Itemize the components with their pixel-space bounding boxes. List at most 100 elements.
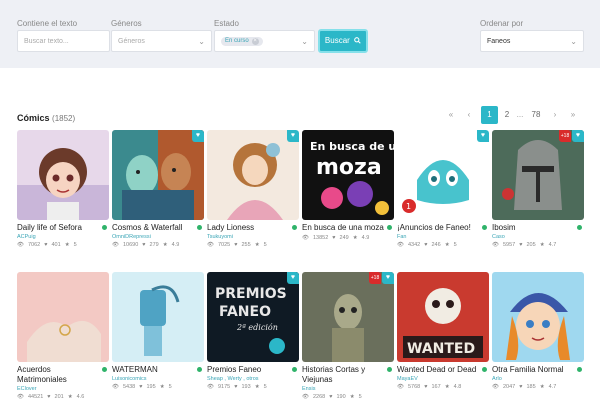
heart-icon: ♥ [47,394,51,400]
eye-icon: 👁 [17,242,24,248]
comic-title[interactable]: Daily life of Sefora [17,223,109,233]
heart-badge-icon: ♥ [287,272,299,284]
chevron-down-icon: ⌄ [301,37,308,46]
comic-author[interactable]: OmniDRepressi [112,234,204,240]
comic-stats: 👁 10690 ♥ 279 ★ 4.9 [112,242,204,248]
heart-badge-icon: ♥ [477,130,489,142]
page-last-button[interactable]: 78 [527,106,545,124]
order-value: Faneos [487,38,511,45]
comic-author[interactable]: MayaEV [397,376,489,382]
comic-card[interactable]: +18 ♥ Ibosim Caso 👁 5957 ♥ 205 ★ 4.7 [492,130,584,248]
comic-cover[interactable] [112,272,204,362]
views-count: 44521 [27,394,44,400]
views-count: 2268 [312,394,326,400]
star-icon: ★ [539,242,545,248]
comic-card[interactable]: +18 ♥ Historias Cortas y Viejunas Ensis … [302,272,394,400]
heart-badge-icon: ♥ [382,272,394,284]
comic-stats: 👁 13852 ♥ 249 ★ 4.9 [302,235,394,241]
adult-badge: +18 [369,272,381,284]
prev-page-button[interactable]: ‹ [463,106,475,124]
state-filter-label: Estado [214,19,239,28]
online-dot [197,225,202,230]
comic-cover[interactable] [17,130,109,220]
comic-card[interactable]: Otra Familia Normal Arlo 👁 2047 ♥ 185 ★ 4.7 [492,272,584,390]
comic-card[interactable]: ♥ Lady Lioness Tsukuyomi 👁 7025 ♥ 255 ★ 5 [207,130,299,248]
comic-author[interactable]: Caso [492,234,584,240]
comic-stats: 👁 2047 ♥ 185 ★ 4.7 [492,384,584,390]
online-dot [102,225,107,230]
state-chip-label: En curso [225,38,249,44]
page-2-button[interactable]: 2 [501,106,513,124]
comic-card[interactable]: 1 ♥ ¡Anuncios de Faneo! Fan 👁 4342 ♥ 246 ★ 5 [397,130,489,248]
heart-icon: ♥ [519,384,523,390]
last-page-button[interactable]: » [567,106,579,124]
heart-badge-icon: ♥ [287,130,299,142]
comic-cover[interactable]: ♥ [112,130,204,220]
heart-icon: ♥ [424,384,428,390]
comic-author[interactable]: EClover [17,386,109,392]
comic-author[interactable]: Arlo [492,376,584,382]
likes-count: 401 [51,242,61,248]
comic-card[interactable]: En busca de una moza En busca de una moza… [302,130,394,241]
svg-text:WANTED: WANTED [407,341,475,357]
comic-card[interactable]: Acuerdos Matrimoniales EClover 👁 44521 ♥ 20… [17,272,109,400]
rating-value: 5 [263,384,267,390]
first-page-button[interactable]: « [445,106,457,124]
comic-title[interactable]: Wanted Dead or Dead [397,365,489,375]
comic-cover[interactable]: En busca de una moza [302,130,394,220]
online-dot [197,367,202,372]
comic-title[interactable]: Premios Faneo [207,365,299,375]
text-search-input[interactable]: Buscar texto... [17,30,110,52]
eye-icon: 👁 [397,242,404,248]
comic-cover[interactable]: WANTED [397,272,489,362]
comic-cover[interactable]: PREMIOS FANEO 2ª edición ♥ [207,272,299,362]
comic-title[interactable]: Historias Cortas y Viejunas [302,365,394,385]
comic-card[interactable]: PREMIOS FANEO 2ª edición ♥ Premios Faneo S… [207,272,299,390]
likes-count: 185 [526,384,536,390]
order-select[interactable]: Faneos ⌄ [480,30,584,52]
state-chip[interactable]: En curso × [221,37,263,46]
comic-card[interactable]: WANTED Wanted Dead or Dead MayaEV 👁 5768 ♥… [397,272,489,390]
heart-icon: ♥ [44,242,48,248]
comic-title[interactable]: Otra Familia Normal [492,365,584,375]
comic-author[interactable]: Luisonicomics [112,376,204,382]
comic-card[interactable]: WATERMAN Luisonicomics 👁 5438 ♥ 195 ★ 5 [112,272,204,390]
comic-title[interactable]: Cosmos & Waterfall [112,223,204,233]
next-page-button[interactable]: › [549,106,561,124]
comic-stats: 👁 2268 ♥ 190 ★ 5 [302,394,394,400]
rating-value: 5 [358,394,362,400]
search-button[interactable]: Buscar [318,29,368,53]
comic-title[interactable]: Ibosim [492,223,584,233]
comic-stats: 👁 5957 ♥ 205 ★ 4.7 [492,242,584,248]
likes-count: 201 [54,394,64,400]
comic-author[interactable]: ACPuig [17,234,109,240]
rating-value: 5 [73,242,77,248]
comic-author[interactable]: Ensis [302,386,394,392]
comic-title[interactable]: Lady Lioness [207,223,299,233]
state-select[interactable]: En curso × ⌄ [214,30,315,52]
views-count: 10690 [122,242,139,248]
genres-select[interactable]: Géneros ⌄ [111,30,212,52]
page-1-button[interactable]: 1 [481,106,498,124]
comic-author[interactable]: Sheap , Werty , otros [207,376,299,382]
comic-cover[interactable]: ♥ [207,130,299,220]
comic-title[interactable]: ¡Anuncios de Faneo! [397,223,489,233]
comic-title[interactable]: Acuerdos Matrimoniales [17,365,109,385]
comic-stats: 👁 5768 ♥ 167 ★ 4.8 [397,384,489,390]
comic-title[interactable]: En busca de una moza [302,223,394,233]
comic-cover[interactable]: 1 ♥ [397,130,489,220]
comic-cover[interactable] [492,272,584,362]
comic-cover[interactable] [17,272,109,362]
views-count: 5957 [502,242,516,248]
comic-cover[interactable]: +18 ♥ [302,272,394,362]
comic-cover[interactable]: +18 ♥ [492,130,584,220]
online-dot [482,367,487,372]
comic-title[interactable]: WATERMAN [112,365,204,375]
comic-card[interactable]: ♥ Cosmos & Waterfall OmniDRepressi 👁 1069… [112,130,204,248]
comic-author[interactable]: Tsukuyomi [207,234,299,240]
comic-card[interactable]: Daily life of Sefora ACPuig 👁 7062 ♥ 401 ★ 5 [17,130,109,248]
genres-placeholder: Géneros [118,38,145,45]
close-icon[interactable]: × [251,38,259,45]
rating-value: 4.7 [548,242,557,248]
comic-author[interactable]: Fan [397,234,489,240]
